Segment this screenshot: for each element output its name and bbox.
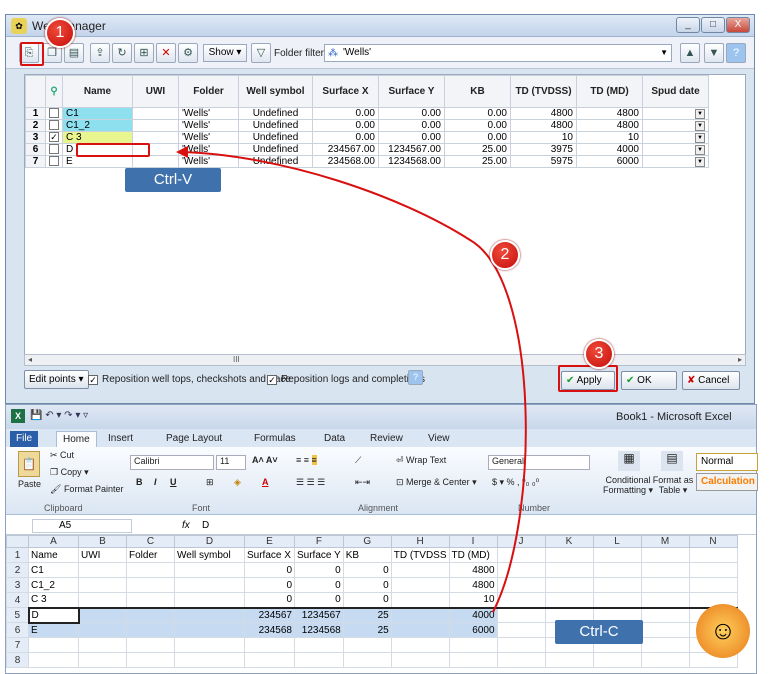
ctrl-c-callout: Ctrl-C [555, 620, 643, 644]
cartoon-sun-icon: ☺ [696, 604, 750, 658]
paste-highlight [20, 42, 44, 66]
annotation-arrows [176, 146, 527, 613]
apply-highlight [558, 365, 618, 392]
ctrl-v-callout: Ctrl-V [125, 168, 221, 192]
arrow-line [181, 151, 527, 613]
step-badge-2: 2 [490, 240, 520, 270]
name-cell-highlight [76, 143, 150, 157]
step-badge-1: 1 [45, 18, 75, 48]
step-badge-3: 3 [584, 339, 614, 369]
arrow-head [176, 146, 188, 158]
